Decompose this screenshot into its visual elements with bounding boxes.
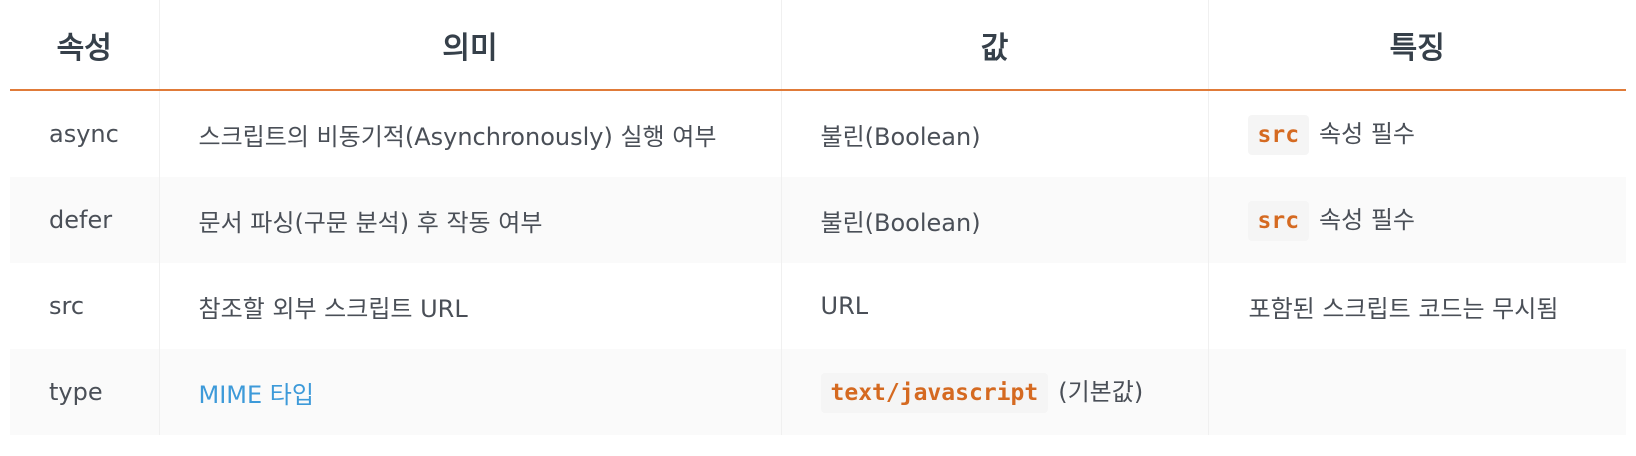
script-attributes-table: 속성 의미 값 특징 async 스크립트의 비동기적(Asynchronous… [10,0,1626,435]
code-src: src [1247,114,1310,155]
cell-feature: 포함된 스크립트 코드는 무시됨 [1207,263,1626,349]
cell-attribute: type [10,349,159,435]
cell-value: 불린(Boolean) [780,90,1208,177]
value-default-text: (기본값) [1058,377,1144,406]
table-row-type: type MIME 타입 text/javascript (기본값) [10,349,1626,435]
table-row-defer: defer 문서 파싱(구문 분석) 후 작동 여부 불린(Boolean) s… [10,177,1626,263]
cell-feature [1207,349,1626,435]
table-body: async 스크립트의 비동기적(Asynchronously) 실행 여부 불… [10,90,1626,435]
cell-feature: src 속성 필수 [1207,177,1626,263]
header-value: 값 [780,0,1208,91]
code-src: src [1247,200,1310,241]
header-feature: 특징 [1207,0,1626,91]
header-row: 속성 의미 값 특징 [10,0,1626,91]
cell-attribute: async [49,120,119,148]
cell-meaning: 스크립트의 비동기적(Asynchronously) 실행 여부 [158,90,781,177]
cell-value: text/javascript (기본값) [780,349,1208,435]
feature-text: 속성 필수 [1319,205,1415,234]
cell-value: URL [780,263,1208,349]
mime-type-link[interactable]: MIME 타입 [199,381,314,409]
table-row-src: src 참조할 외부 스크립트 URL URL 포함된 스크립트 코드는 무시됨 [10,263,1626,349]
feature-text: 속성 필수 [1319,119,1415,148]
header-attribute: 속성 [10,0,159,91]
cell-meaning: MIME 타입 [158,349,781,435]
cell-meaning: 참조할 외부 스크립트 URL [158,263,781,349]
cell-value: 불린(Boolean) [780,177,1208,263]
table-header: 속성 의미 값 특징 [10,0,1626,91]
header-meaning: 의미 [158,0,781,91]
cell-attribute: src [49,292,85,320]
cell-feature: src 속성 필수 [1207,90,1626,177]
cell-meaning: 문서 파싱(구문 분석) 후 작동 여부 [158,177,781,263]
cell-attribute: defer [10,177,159,263]
table-row-async: async 스크립트의 비동기적(Asynchronously) 실행 여부 불… [10,90,1626,177]
code-text-javascript: text/javascript [820,372,1049,413]
